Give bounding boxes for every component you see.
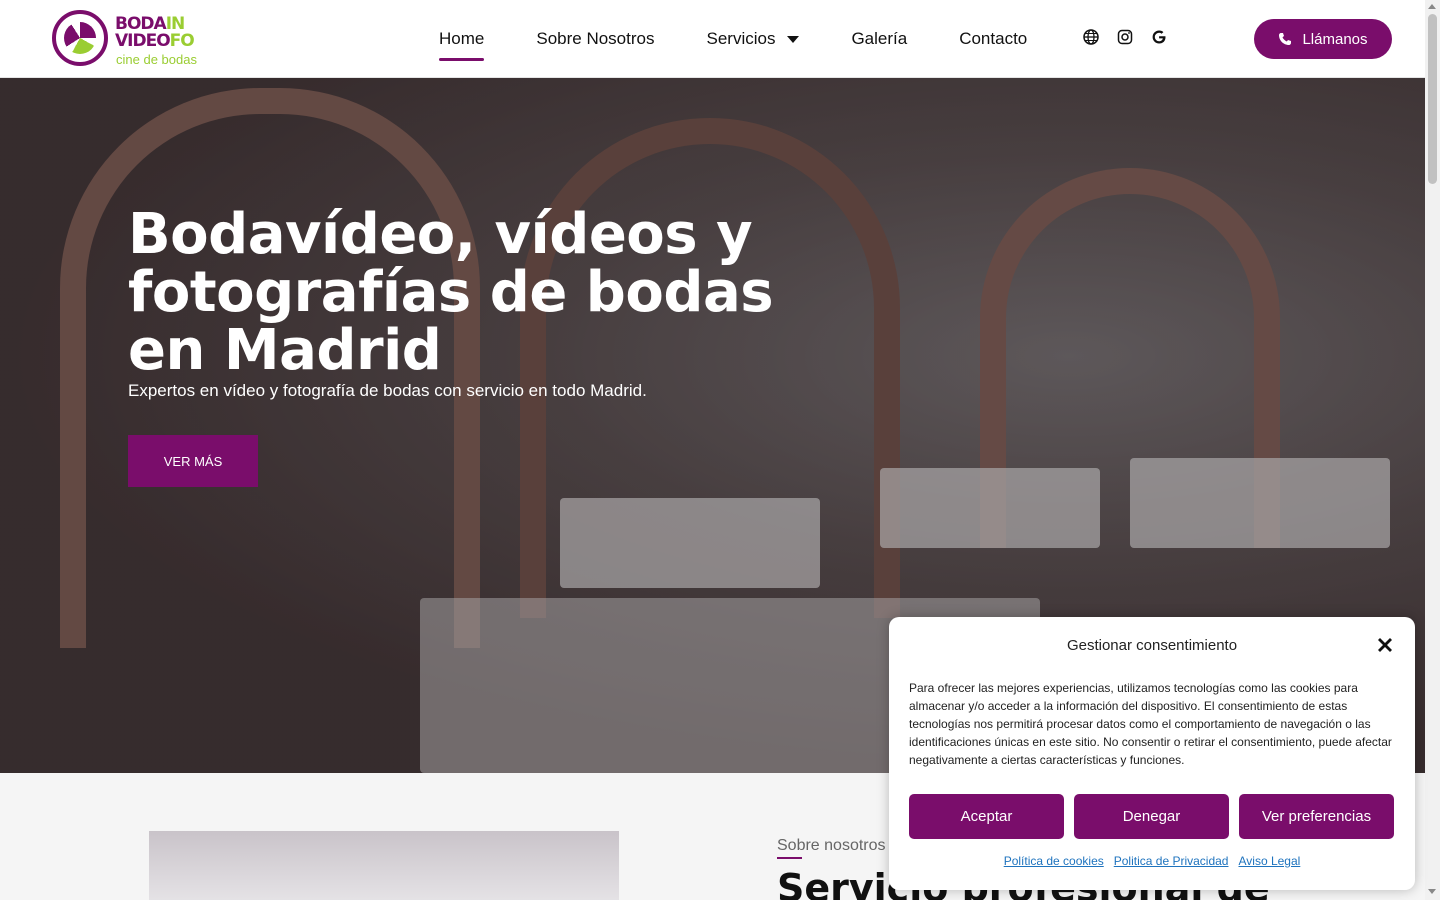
globe-icon[interactable] xyxy=(1082,28,1100,46)
about-image xyxy=(149,831,619,900)
cookie-links: Política de cookies Politica de Privacid… xyxy=(889,854,1415,868)
page-scrollbar[interactable] xyxy=(1425,0,1440,900)
hero-title: Bodavídeo, vídeos y fotografías de bodas… xyxy=(128,202,774,383)
hero-subtitle: Expertos en vídeo y fotografía de bodas … xyxy=(128,381,647,400)
google-icon[interactable] xyxy=(1150,28,1168,46)
legal-notice-link[interactable]: Aviso Legal xyxy=(1238,854,1300,868)
logo-tagline: cine de bodas xyxy=(116,52,197,67)
preferences-button[interactable]: Ver preferencias xyxy=(1239,794,1394,839)
privacy-policy-link[interactable]: Politica de Privacidad xyxy=(1114,854,1229,868)
scroll-thumb[interactable] xyxy=(1428,14,1437,184)
caret-down-icon xyxy=(787,35,800,43)
main-nav: Home Sobre Nosotros Servicios Galería Co… xyxy=(439,0,1079,78)
cookie-text: Para ofrecer las mejores experiencias, u… xyxy=(909,681,1392,767)
site-logo[interactable]: BODAIN VIDEOFO cine de bodas xyxy=(52,10,212,70)
cookie-title: Gestionar consentimiento xyxy=(1066,637,1238,654)
logo-mark xyxy=(52,10,108,66)
cookie-policy-link[interactable]: Política de cookies xyxy=(1004,854,1104,868)
site-header: BODAIN VIDEOFO cine de bodas Home Sobre … xyxy=(0,0,1425,78)
about-underline xyxy=(777,857,802,859)
close-icon[interactable] xyxy=(1377,637,1393,653)
instagram-icon[interactable] xyxy=(1116,28,1134,46)
accept-button[interactable]: Aceptar xyxy=(909,794,1064,839)
phone-icon xyxy=(1279,33,1292,45)
social-links xyxy=(1082,28,1168,46)
nav-item-servicios[interactable]: Servicios xyxy=(706,0,800,78)
nav-item-galeria[interactable]: Galería xyxy=(851,0,907,78)
deny-button[interactable]: Denegar xyxy=(1074,794,1229,839)
nav-item-home[interactable]: Home xyxy=(439,0,485,78)
ver-mas-button[interactable]: VER MÁS xyxy=(128,435,258,487)
scroll-down-icon[interactable] xyxy=(1428,889,1436,894)
cookie-consent-dialog: Gestionar consentimiento Para ofrecer la… xyxy=(889,617,1415,890)
scroll-up-icon[interactable] xyxy=(1428,4,1436,9)
cookie-buttons: Aceptar Denegar Ver preferencias xyxy=(909,794,1394,839)
call-button[interactable]: Llámanos xyxy=(1254,19,1392,59)
about-label: Sobre nosotros xyxy=(777,837,886,854)
nav-item-sobre-nosotros[interactable]: Sobre Nosotros xyxy=(536,0,654,78)
nav-item-contacto[interactable]: Contacto xyxy=(959,0,1027,78)
